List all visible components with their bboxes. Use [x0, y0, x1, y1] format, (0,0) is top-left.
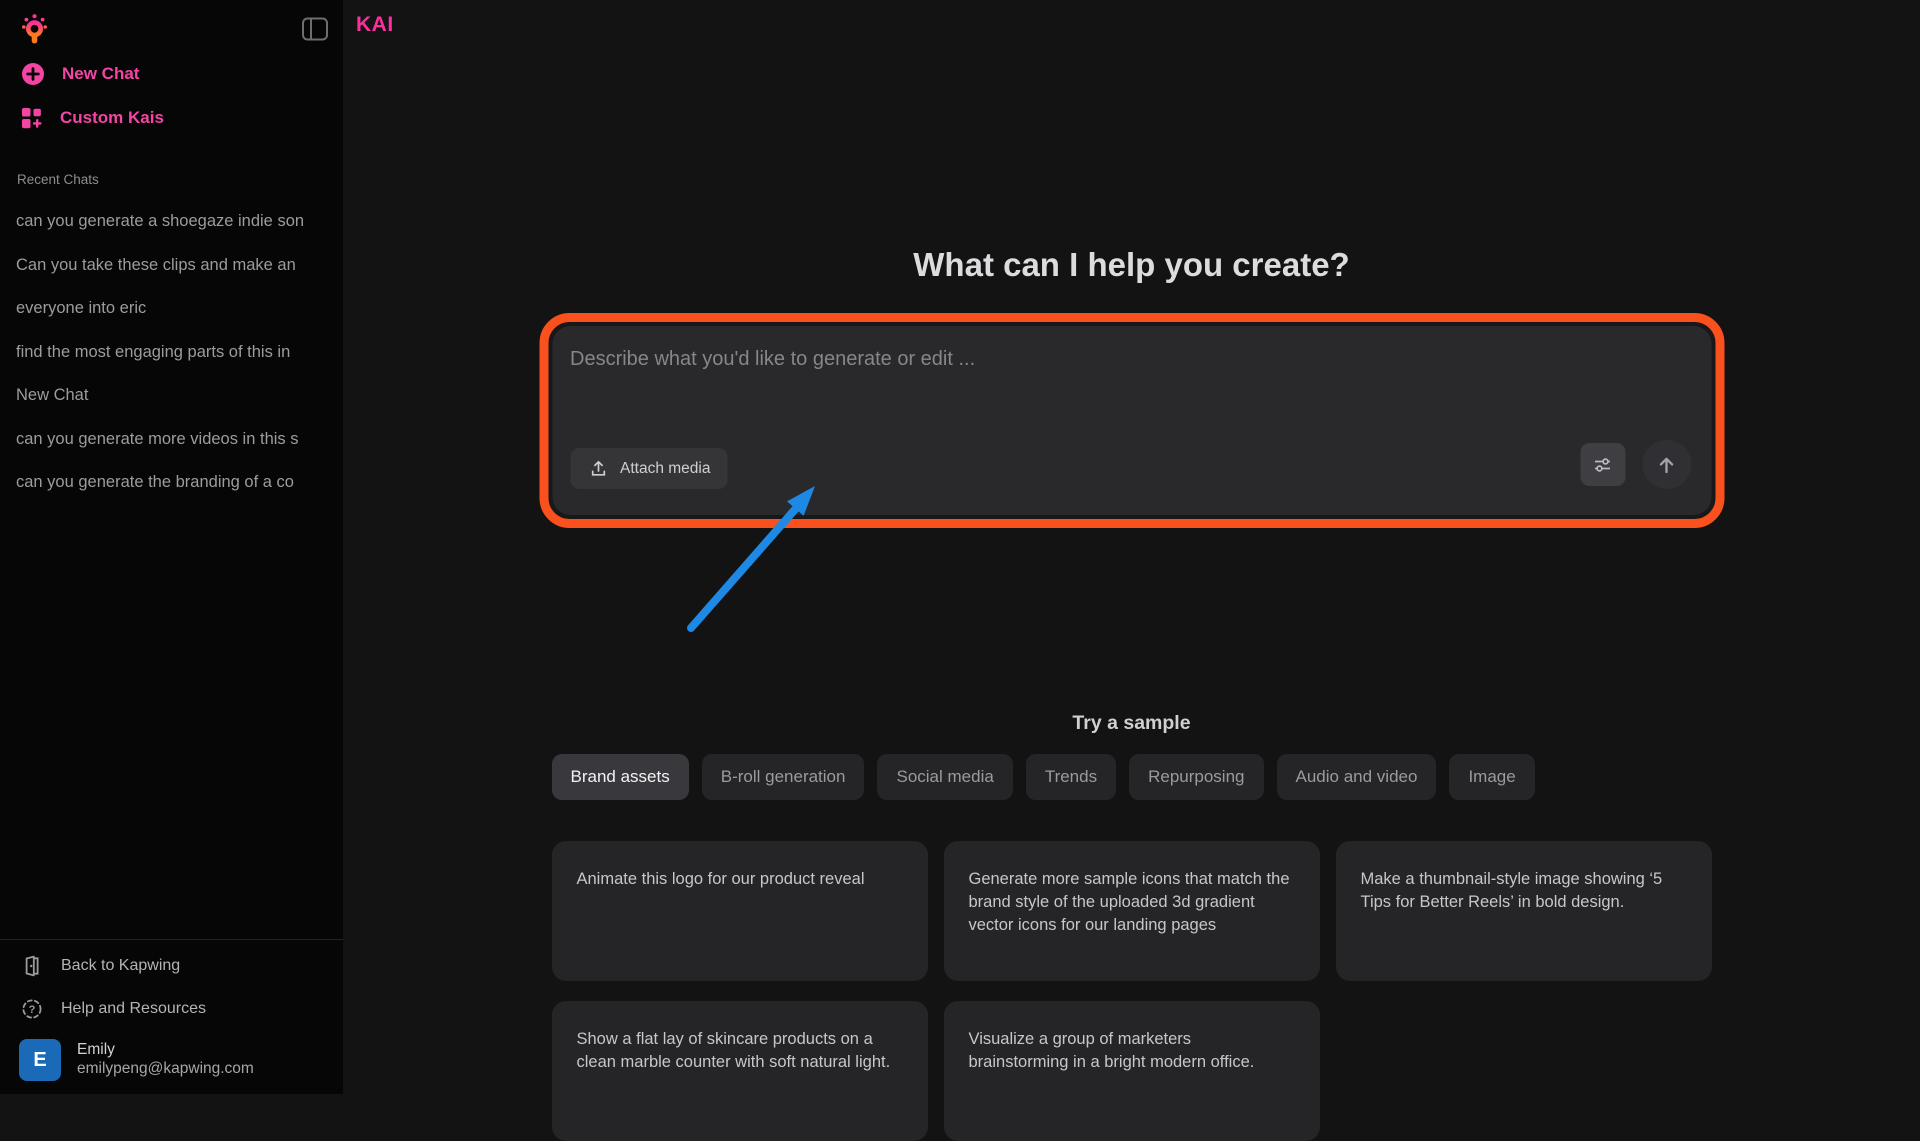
profile-info: Emily emilypeng@kapwing.com [77, 1041, 254, 1078]
recent-chats-heading: Recent Chats [17, 172, 99, 187]
sample-prompt-card[interactable]: Show a flat lay of skincare products on … [552, 1001, 928, 1141]
main-area: KAI What can I help you create? Attach m… [343, 0, 1920, 1094]
upload-icon [587, 457, 609, 480]
custom-kais-label: Custom Kais [60, 108, 164, 128]
recent-chat-item[interactable]: can you generate the branding of a co [0, 461, 343, 505]
help-resources-button[interactable]: ? Help and Resources [0, 991, 343, 1027]
custom-kais-button[interactable]: Custom Kais [0, 101, 343, 135]
sidebar: New Chat Custom Kais Recent Chats can yo… [0, 0, 343, 1094]
attach-media-label: Attach media [620, 460, 710, 478]
sample-tab[interactable]: Brand assets [552, 754, 689, 800]
recent-chat-item[interactable]: can you generate a shoegaze indie son [0, 200, 343, 244]
composer-right-controls [1580, 440, 1691, 489]
send-button[interactable] [1642, 440, 1691, 489]
sample-tab[interactable]: Trends [1026, 754, 1116, 800]
sliders-icon [1592, 455, 1614, 475]
composer-toolbar: Attach media [570, 440, 1691, 489]
sidebar-nav: New Chat Custom Kais [0, 57, 343, 135]
grid-apps-icon [19, 104, 45, 132]
new-chat-button[interactable]: New Chat [0, 57, 343, 91]
help-question-icon: ? [19, 996, 45, 1022]
recent-chat-item[interactable]: Can you take these clips and make an [0, 244, 343, 288]
recent-chat-item[interactable]: can you generate more videos in this s [0, 418, 343, 462]
try-a-sample-heading: Try a sample [343, 712, 1920, 735]
sidebar-header [19, 8, 331, 50]
sample-cards-grid: Animate this logo for our product reveal… [552, 841, 1712, 1141]
recent-chat-item[interactable]: find the most engaging parts of this in [0, 331, 343, 375]
sidebar-collapse-icon[interactable] [299, 14, 331, 44]
profile-name: Emily [77, 1041, 254, 1060]
sample-category-tabs: Brand assets B-roll generation Social me… [552, 754, 1712, 800]
sample-tab[interactable]: B-roll generation [702, 754, 865, 800]
back-to-kapwing-label: Back to Kapwing [61, 957, 180, 975]
svg-text:?: ? [29, 1004, 36, 1016]
recent-chat-item[interactable]: everyone into eric [0, 287, 343, 331]
sidebar-footer: Back to Kapwing ? Help and Resources E E… [0, 939, 343, 1081]
back-to-kapwing-button[interactable]: Back to Kapwing [0, 948, 343, 984]
sample-tab[interactable]: Audio and video [1277, 754, 1437, 800]
profile-menu[interactable]: E Emily emilypeng@kapwing.com [19, 1039, 343, 1081]
sample-prompt-card[interactable]: Visualize a group of marketers brainstor… [944, 1001, 1320, 1141]
arrow-up-icon [1655, 453, 1679, 477]
sample-tab[interactable]: Social media [877, 754, 1012, 800]
sample-prompt-card[interactable]: Make a thumbnail-style image showing ‘5 … [1336, 841, 1712, 981]
kapwing-bulb-logo-icon [19, 11, 50, 47]
profile-email: emilypeng@kapwing.com [77, 1060, 254, 1079]
exit-door-icon [19, 952, 45, 980]
sample-tab[interactable]: Image [1449, 754, 1534, 800]
sample-prompt-card[interactable]: Generate more sample icons that match th… [944, 841, 1320, 981]
prompt-input[interactable] [570, 348, 1691, 440]
help-resources-label: Help and Resources [61, 1000, 206, 1018]
avatar: E [19, 1039, 61, 1081]
plus-circle-icon [19, 60, 47, 88]
attach-media-button[interactable]: Attach media [570, 448, 727, 489]
composer-highlight-ring: Attach media [539, 313, 1724, 528]
page-title: What can I help you create? [343, 246, 1920, 284]
sample-prompt-card[interactable]: Animate this logo for our product reveal [552, 841, 928, 981]
kai-logo: KAI [356, 13, 394, 37]
recent-chats-list: can you generate a shoegaze indie son Ca… [0, 200, 343, 505]
composer: Attach media [552, 326, 1711, 515]
sample-tab[interactable]: Repurposing [1129, 754, 1263, 800]
settings-sliders-button[interactable] [1580, 443, 1625, 486]
new-chat-label: New Chat [62, 64, 139, 84]
recent-chat-item[interactable]: New Chat [0, 374, 343, 418]
